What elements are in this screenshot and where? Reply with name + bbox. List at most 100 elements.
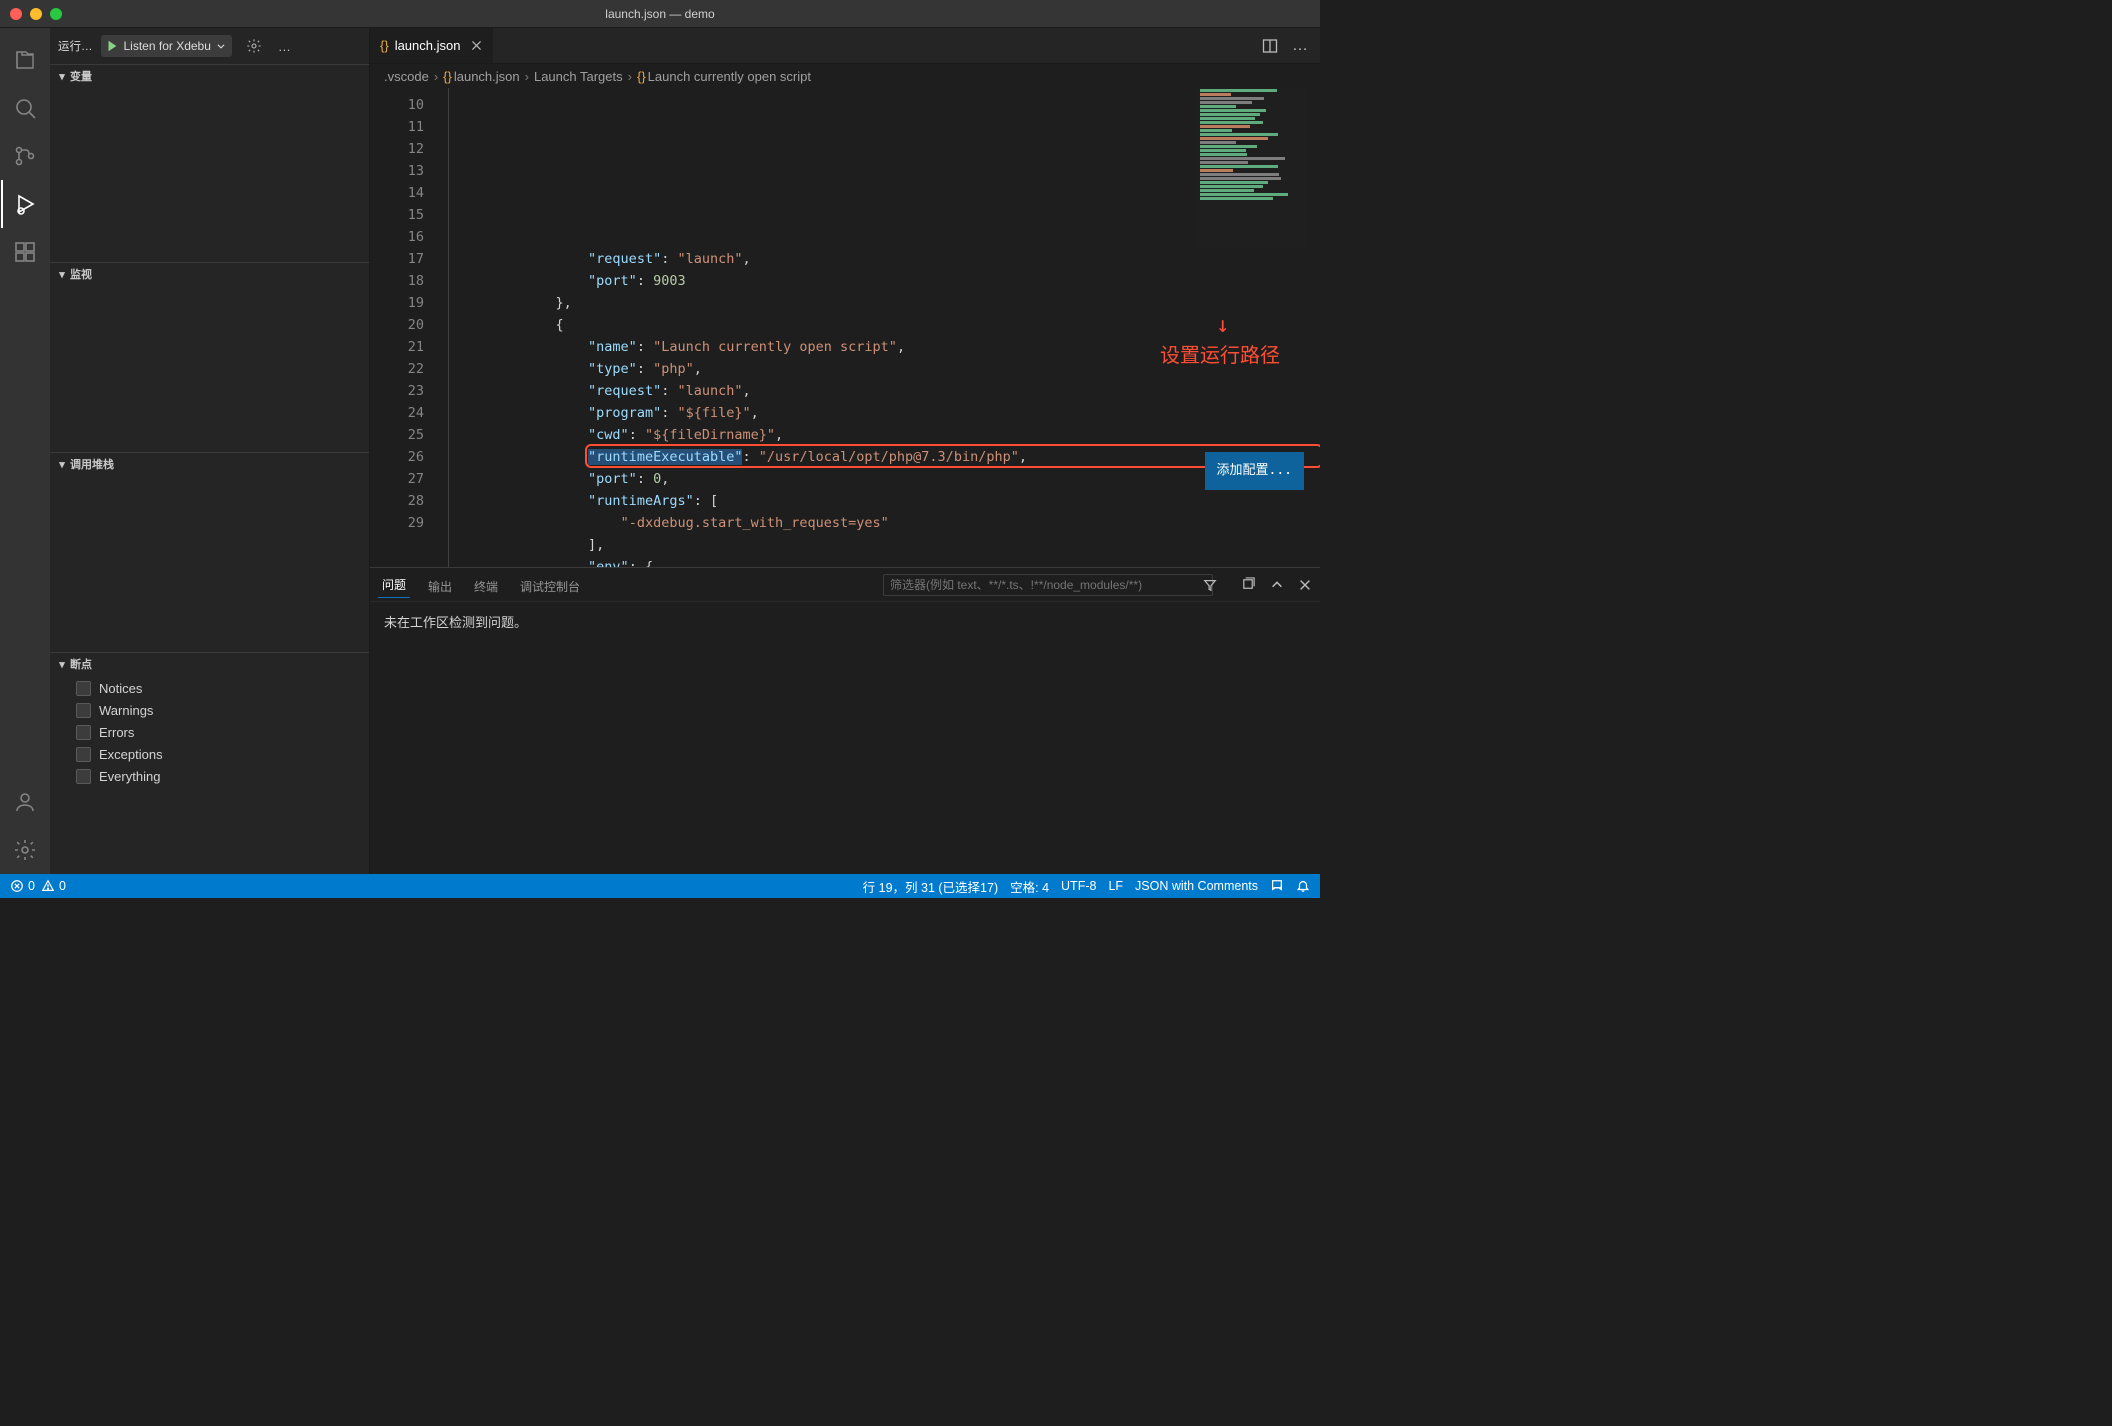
status-eol[interactable]: LF — [1108, 879, 1123, 893]
status-cursor[interactable]: 行 19，列 31 (已选择17) — [863, 877, 998, 896]
breadcrumb[interactable]: .vscode › {} launch.json › Launch Target… — [370, 64, 1320, 88]
chevron-up-icon[interactable] — [1270, 578, 1284, 592]
tab-terminal[interactable]: 终端 — [470, 574, 502, 595]
editor[interactable]: 1011121314151617181920212223242526272829… — [370, 88, 1320, 567]
code-line[interactable]: "runtimeArgs": [ — [458, 490, 1320, 512]
run-config-name: Listen for Xdebu — [124, 39, 211, 53]
more-actions-icon[interactable]: … — [274, 39, 295, 54]
callstack-section: ▾ 调用堆栈 — [50, 452, 369, 652]
window-title: launch.json — demo — [605, 7, 714, 21]
folding-indicator — [442, 88, 458, 567]
breakpoint-label: Everything — [99, 769, 160, 784]
run-label: 运行… — [58, 38, 93, 54]
collapse-all-icon[interactable] — [1241, 577, 1256, 592]
close-tab-icon[interactable] — [470, 39, 483, 52]
more-tab-actions-icon[interactable]: … — [1292, 37, 1308, 55]
tab-bar: {} launch.json … — [370, 28, 1320, 64]
status-bar: 0 0 行 19，列 31 (已选择17) 空格: 4 UTF-8 LF JSO… — [0, 874, 1320, 898]
bell-icon[interactable] — [1296, 879, 1310, 893]
code-line[interactable]: "program": "${file}", — [458, 402, 1320, 424]
titlebar: launch.json — demo — [0, 0, 1320, 28]
breakpoint-everything[interactable]: Everything — [50, 765, 369, 787]
editor-area: {} launch.json … .vscode › {} launch.jso… — [370, 28, 1320, 874]
code-line[interactable]: }, — [458, 292, 1320, 314]
checkbox[interactable] — [76, 725, 91, 740]
tab-label: launch.json — [395, 38, 461, 53]
minimap[interactable] — [1196, 88, 1306, 248]
code-line[interactable]: { — [458, 314, 1320, 336]
status-errors[interactable]: 0 — [10, 879, 35, 893]
bc-item[interactable]: Launch Targets — [534, 69, 623, 84]
run-debug-header: 运行… Listen for Xdebu … — [50, 28, 369, 64]
tab-output[interactable]: 输出 — [424, 574, 456, 595]
start-debug-icon[interactable] — [105, 39, 119, 53]
checkbox[interactable] — [76, 703, 91, 718]
json-icon: {} — [637, 69, 646, 84]
code-line[interactable]: "port": 0, — [458, 468, 1320, 490]
problems-filter-input[interactable] — [883, 574, 1213, 596]
status-warnings[interactable]: 0 — [41, 879, 66, 893]
code-line[interactable]: "request": "launch", — [458, 248, 1320, 270]
tab-launch-json[interactable]: {} launch.json — [370, 28, 494, 63]
code-line[interactable]: "cwd": "${fileDirname}", — [458, 424, 1320, 446]
split-editor-icon[interactable] — [1262, 38, 1278, 54]
run-config-select[interactable]: Listen for Xdebu — [101, 35, 232, 57]
breakpoints-header[interactable]: ▾ 断点 — [50, 653, 369, 675]
search-icon[interactable] — [1, 84, 49, 132]
tab-problems[interactable]: 问题 — [378, 572, 410, 598]
code-line[interactable]: "request": "launch", — [458, 380, 1320, 402]
status-spaces[interactable]: 空格: 4 — [1010, 877, 1049, 896]
add-config-button[interactable]: 添加配置... — [1205, 452, 1304, 490]
window-controls — [10, 8, 62, 20]
checkbox[interactable] — [76, 747, 91, 762]
status-encoding[interactable]: UTF-8 — [1061, 879, 1096, 893]
close-panel-icon[interactable] — [1298, 578, 1312, 592]
json-icon: {} — [443, 69, 452, 84]
accounts-icon[interactable] — [1, 778, 49, 826]
watch-section: ▾ 监视 — [50, 262, 369, 452]
code-line[interactable]: "env": { — [458, 556, 1320, 567]
watch-header[interactable]: ▾ 监视 — [50, 263, 369, 285]
problems-message: 未在工作区检测到问题。 — [370, 602, 1320, 874]
watch-title: 监视 — [70, 266, 92, 282]
chevron-down-icon: ▾ — [54, 458, 70, 471]
variables-section: ▾ 变量 — [50, 64, 369, 262]
feedback-icon[interactable] — [1270, 879, 1284, 893]
json-icon: {} — [380, 38, 389, 53]
scm-icon[interactable] — [1, 132, 49, 180]
extensions-icon[interactable] — [1, 228, 49, 276]
run-debug-icon[interactable] — [1, 180, 49, 228]
breakpoint-warnings[interactable]: Warnings — [50, 699, 369, 721]
bottom-panel: 问题 输出 终端 调试控制台 未在工作区检测到问题。 — [370, 567, 1320, 874]
bc-item[interactable]: launch.json — [454, 69, 520, 84]
chevron-down-icon: ▾ — [54, 70, 70, 83]
checkbox[interactable] — [76, 681, 91, 696]
settings-gear-icon[interactable] — [1, 826, 49, 874]
open-launch-json-icon[interactable] — [246, 38, 262, 54]
variables-title: 变量 — [70, 68, 92, 84]
variables-header[interactable]: ▾ 变量 — [50, 65, 369, 87]
bc-item[interactable]: .vscode — [384, 69, 429, 84]
zoom-window[interactable] — [50, 8, 62, 20]
close-window[interactable] — [10, 8, 22, 20]
code-line[interactable]: "-dxdebug.start_with_request=yes" — [458, 512, 1320, 534]
breakpoint-label: Exceptions — [99, 747, 163, 762]
explorer-icon[interactable] — [1, 36, 49, 84]
status-language[interactable]: JSON with Comments — [1135, 879, 1258, 893]
breakpoint-notices[interactable]: Notices — [50, 677, 369, 699]
breakpoint-label: Notices — [99, 681, 142, 696]
minimize-window[interactable] — [30, 8, 42, 20]
tab-debug-console[interactable]: 调试控制台 — [516, 574, 584, 595]
breakpoints-title: 断点 — [70, 656, 92, 672]
code-line[interactable]: "port": 9003 — [458, 270, 1320, 292]
breakpoint-errors[interactable]: Errors — [50, 721, 369, 743]
bc-item[interactable]: Launch currently open script — [648, 69, 811, 84]
code-line[interactable]: ], — [458, 534, 1320, 556]
breakpoint-exceptions[interactable]: Exceptions — [50, 743, 369, 765]
checkbox[interactable] — [76, 769, 91, 784]
callstack-header[interactable]: ▾ 调用堆栈 — [50, 453, 369, 475]
callstack-title: 调用堆栈 — [70, 456, 114, 472]
panel-tabs: 问题 输出 终端 调试控制台 — [370, 568, 1320, 602]
chevron-down-icon — [216, 41, 226, 51]
filter-icon[interactable] — [1203, 578, 1217, 592]
